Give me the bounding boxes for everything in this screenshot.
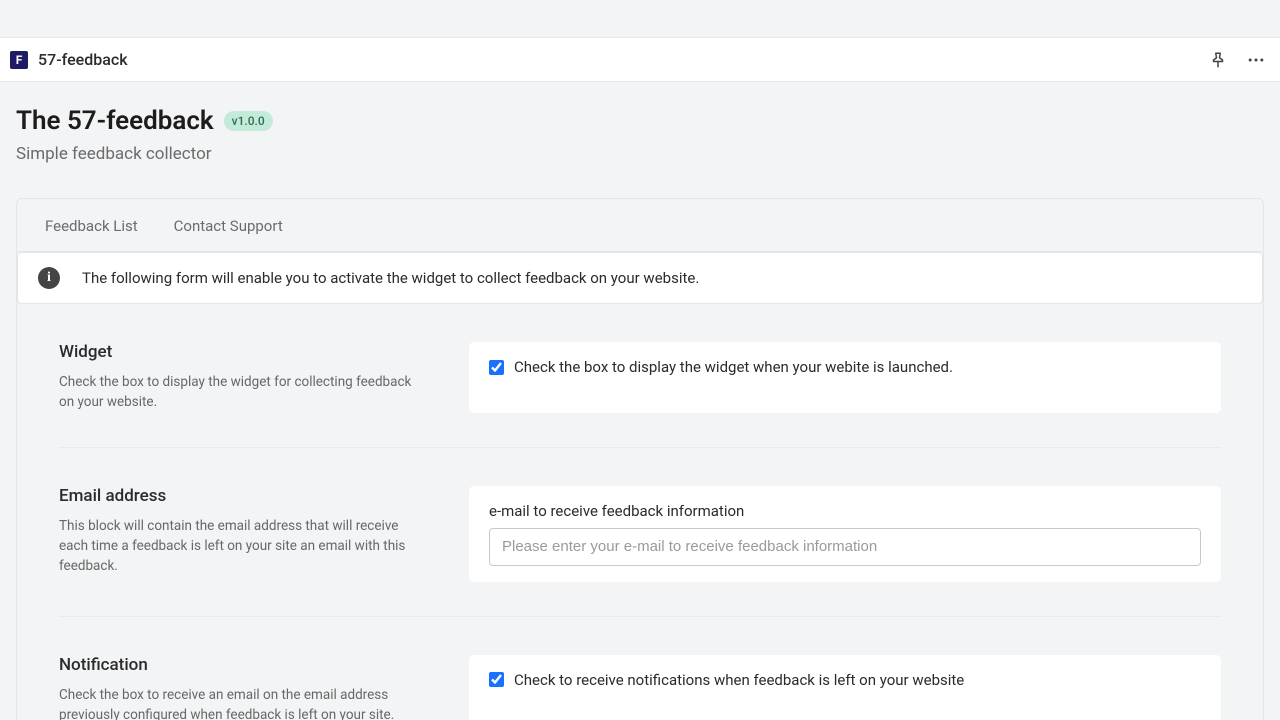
email-field-label: e-mail to receive feedback information xyxy=(489,502,1201,520)
widget-checkbox-label: Check the box to display the widget when… xyxy=(514,358,953,376)
section-widget-heading: Widget xyxy=(59,342,429,362)
page-title: The 57-feedback xyxy=(16,106,214,136)
section-email-desc: This block will contain the email addres… xyxy=(59,516,429,577)
widget-checkbox[interactable] xyxy=(489,360,504,375)
section-notification-desc: Check the box to receive an email on the… xyxy=(59,685,429,720)
widget-checkbox-row[interactable]: Check the box to display the widget when… xyxy=(489,358,1201,376)
section-notification-heading: Notification xyxy=(59,655,429,675)
pin-icon[interactable] xyxy=(1206,48,1230,72)
page-subtitle: Simple feedback collector xyxy=(16,144,1264,164)
email-input[interactable] xyxy=(489,528,1201,566)
notification-checkbox[interactable] xyxy=(489,672,504,687)
window-top-spacer xyxy=(0,0,1280,37)
info-banner: i The following form will enable you to … xyxy=(17,252,1263,304)
more-icon[interactable] xyxy=(1244,48,1268,72)
version-badge: v1.0.0 xyxy=(224,111,273,131)
topbar: F 57-feedback xyxy=(0,37,1280,82)
section-email: Email address This block will contain th… xyxy=(59,448,1221,617)
notification-checkbox-row[interactable]: Check to receive notifications when feed… xyxy=(489,671,1201,689)
section-widget: Widget Check the box to display the widg… xyxy=(59,304,1221,448)
tab-feedback-list[interactable]: Feedback List xyxy=(45,217,138,235)
tabs: Feedback List Contact Support xyxy=(17,199,1263,252)
info-icon: i xyxy=(38,267,60,289)
section-widget-desc: Check the box to display the widget for … xyxy=(59,372,429,413)
tab-contact-support[interactable]: Contact Support xyxy=(174,217,283,235)
section-notification: Notification Check the box to receive an… xyxy=(59,617,1221,720)
topbar-title: 57-feedback xyxy=(38,50,128,69)
page-body: The 57-feedback v1.0.0 Simple feedback c… xyxy=(0,82,1280,720)
info-banner-text: The following form will enable you to ac… xyxy=(82,269,699,287)
section-email-heading: Email address xyxy=(59,486,429,506)
settings-card: Feedback List Contact Support i The foll… xyxy=(16,198,1264,720)
notification-checkbox-label: Check to receive notifications when feed… xyxy=(514,671,964,689)
app-logo-icon: F xyxy=(10,51,28,69)
